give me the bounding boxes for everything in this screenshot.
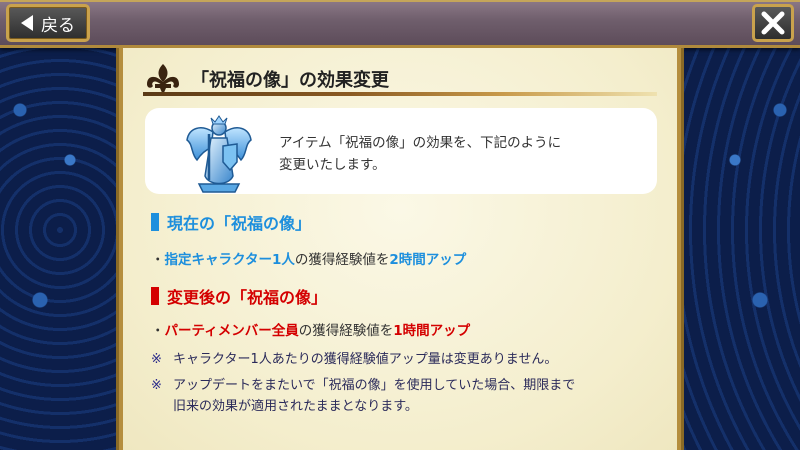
item-card: アイテム「祝福の像」の効果を、下記のように 変更いたします。 [145, 108, 657, 194]
changed-effect-line: ・パーティメンバー全員の獲得経験値を1時間アップ [151, 319, 470, 339]
note-text-continued: 旧来の効果が適用されたままとなります。 [173, 399, 418, 414]
changed-target: パーティメンバー全員 [164, 323, 299, 339]
back-arrow-icon [21, 15, 33, 31]
note-text: キャラクター1人あたりの獲得経験値アップ量は変更ありません。 [173, 352, 558, 367]
close-button[interactable] [752, 4, 794, 42]
item-description-line2: 変更いたします。 [279, 157, 386, 173]
back-button-label: 戻る [41, 15, 75, 36]
notice-panel: 「祝福の像」の効果変更 アイテム「祝福の像」の効果を、下記のように 変更いたしま… [123, 48, 677, 450]
back-button[interactable]: 戻る [6, 4, 90, 42]
red-marker [151, 287, 159, 305]
header-divider [143, 92, 657, 96]
panel-title: 「祝福の像」の効果変更 [191, 70, 389, 91]
changed-amount: 1時間アップ [393, 323, 471, 339]
changed-middle: の獲得経験値を [298, 323, 394, 339]
current-target: 指定キャラクター1人 [164, 252, 295, 268]
close-icon [761, 11, 785, 35]
changed-effect-heading: 変更後の「祝福の像」 [151, 284, 327, 308]
current-heading-text: 現在の「祝福の像」 [167, 214, 312, 233]
changed-heading-text: 変更後の「祝福の像」 [167, 288, 328, 307]
note-text: アップデートをまたいで「祝福の像」を使用していた場合、期限まで [173, 378, 576, 393]
item-description: アイテム「祝福の像」の効果を、下記のように 変更いたします。 [279, 132, 639, 176]
note-mark: ※ [151, 378, 162, 393]
bullet: ・ [151, 323, 165, 339]
bullet: ・ [151, 252, 165, 268]
angel-statue-icon [186, 115, 252, 193]
note-item: ※ キャラクター1人あたりの獲得経験値アップ量は変更ありません。 [151, 349, 557, 370]
current-middle: の獲得経験値を [294, 252, 390, 268]
note-item: ※ アップデートをまたいで「祝福の像」を使用していた場合、期限まで 旧来の効果が適… [151, 375, 575, 417]
current-effect-line: ・指定キャラクター1人の獲得経験値を2時間アップ [151, 248, 466, 268]
blue-marker [151, 213, 159, 231]
note-mark: ※ [151, 352, 162, 367]
item-description-line1: アイテム「祝福の像」の効果を、下記のように [279, 135, 562, 151]
fleur-de-lis-icon [147, 64, 179, 95]
current-effect-heading: 現在の「祝福の像」 [151, 210, 311, 234]
current-amount: 2時間アップ [389, 252, 467, 268]
panel-header: 「祝福の像」の効果変更 [143, 62, 657, 96]
top-bar: 戻る [0, 0, 800, 48]
